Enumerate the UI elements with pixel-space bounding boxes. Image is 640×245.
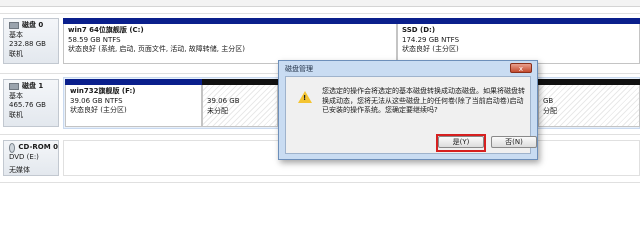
partition-fs: 58.59 GB NTFS: [68, 35, 121, 44]
disk-type: 基本: [9, 30, 23, 39]
warning-icon-mark: !: [303, 94, 307, 102]
disk-icon: [9, 83, 19, 91]
row-separator: [0, 182, 640, 183]
partition-title: win732旗舰版 (F:): [70, 87, 136, 95]
partition-title: win7 64位旗舰版 (C:): [68, 26, 144, 34]
partition-title: SSD (D:): [402, 26, 436, 34]
disk-size: 465.76 GB: [9, 101, 46, 109]
close-button[interactable]: x: [510, 63, 532, 73]
partition-c[interactable]: win7 64位旗舰版 (C:) 58.59 GB NTFS 状态良好 (系统,…: [63, 18, 397, 64]
disk-size: 232.88 GB: [9, 40, 46, 48]
unallocated-space-2[interactable]: GB 分配: [538, 79, 640, 127]
disk-name: 磁盘 0: [22, 21, 44, 29]
disk-1-label[interactable]: 磁盘 1 基本 465.76 GB 联机: [3, 79, 59, 127]
convert-dynamic-disk-dialog: 磁盘管理 x ! 您选定的操作会将选定的基本磁盘转换成动态磁盘。如果将磁盘转换成…: [278, 60, 538, 160]
disk-0-label[interactable]: 磁盘 0 基本 232.88 GB 联机: [3, 18, 59, 64]
disk-status: 联机: [9, 110, 23, 119]
disk-icon: [9, 22, 19, 30]
yes-button[interactable]: 是(Y): [438, 136, 484, 148]
unallocated-space-1[interactable]: 39.06 GB 未分配: [202, 79, 278, 127]
disk-type: DVD (E:): [9, 153, 39, 161]
partition-d[interactable]: SSD (D:) 174.29 GB NTFS 状态良好 (主分区): [397, 18, 640, 64]
disk-status: 联机: [9, 49, 23, 58]
row-separator: [0, 13, 640, 14]
dialog-title: 磁盘管理: [285, 65, 313, 73]
no-button[interactable]: 否(N): [491, 136, 537, 148]
partition-state: 状态良好 (系统, 启动, 页面文件, 活动, 故障转储, 主分区): [68, 45, 245, 53]
partition-fs: 174.29 GB NTFS: [402, 35, 460, 44]
cdrom-0-label[interactable]: CD-ROM 0 DVD (E:) 无媒体: [3, 140, 59, 176]
dialog-message: 您选定的操作会将选定的基本磁盘转换成动态磁盘。如果将磁盘转换成动态，您将无法从这…: [322, 87, 525, 114]
dialog-body: ! 您选定的操作会将选定的基本磁盘转换成动态磁盘。如果将磁盘转换成动态，您将无法…: [285, 76, 537, 154]
unallocated-state: 未分配: [207, 106, 228, 115]
unallocated-state: 分配: [543, 106, 557, 115]
disk-name: 磁盘 1: [22, 82, 44, 90]
partition-state: 状态良好 (主分区): [70, 106, 127, 114]
disk-type: 基本: [9, 91, 23, 100]
cd-icon: [9, 143, 16, 153]
disk-status: 无媒体: [9, 165, 30, 174]
unallocated-size: 39.06 GB: [207, 97, 240, 105]
unallocated-size: GB: [543, 97, 554, 105]
partition-state: 状态良好 (主分区): [402, 45, 459, 53]
disk-name: CD-ROM 0: [18, 143, 58, 152]
partition-fs: 39.06 GB NTFS: [70, 96, 123, 105]
top-toolbar-edge: [0, 0, 640, 7]
partition-f[interactable]: win732旗舰版 (F:) 39.06 GB NTFS 状态良好 (主分区): [65, 79, 202, 127]
